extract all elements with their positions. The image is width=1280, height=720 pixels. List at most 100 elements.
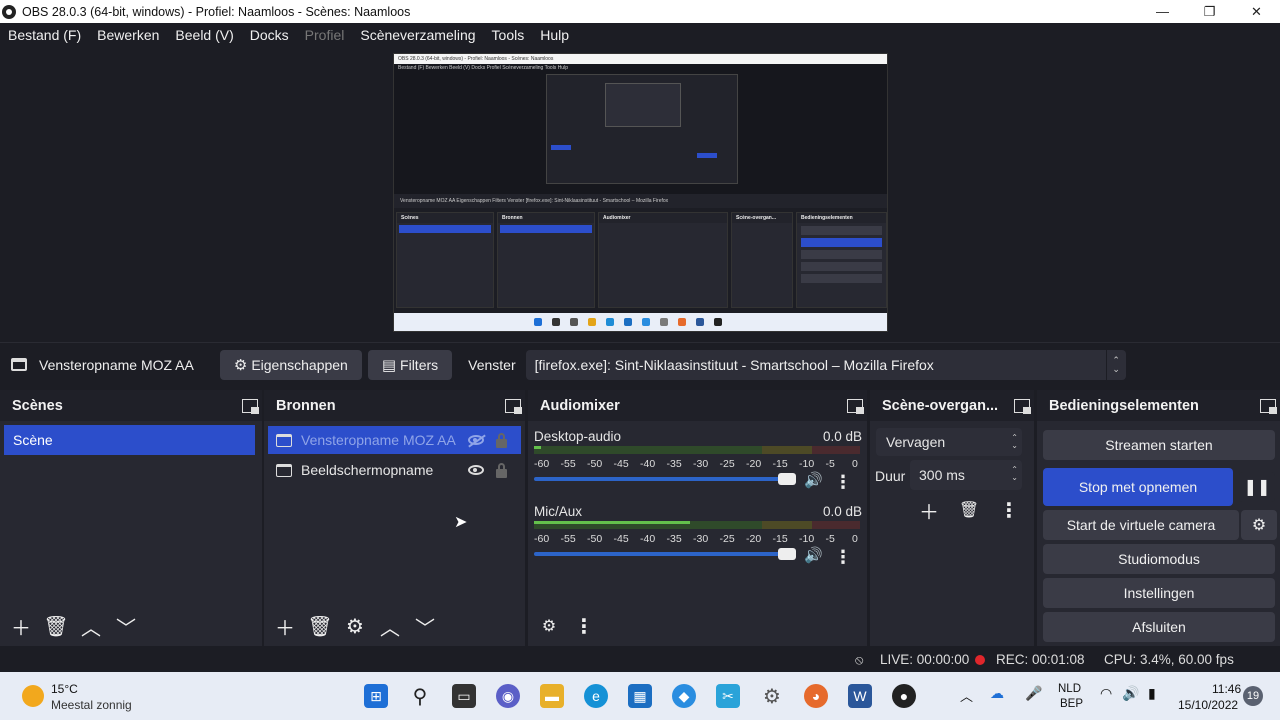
mixer-menu-button[interactable]: ⋮: [569, 612, 599, 640]
notification-badge[interactable]: 19: [1243, 686, 1263, 706]
menu-sceneverzameling[interactable]: Scèneverzameling: [352, 27, 483, 43]
volume-slider-handle[interactable]: [778, 548, 796, 560]
scale-tick-label: -50: [587, 533, 603, 545]
move-source-down-button[interactable]: ﹀: [410, 612, 440, 640]
scene-item[interactable]: Scène: [4, 425, 255, 455]
duration-input[interactable]: 300 ms ⌃ ⌄: [910, 460, 1022, 490]
network-off-icon: ⦸: [855, 652, 864, 667]
language-code[interactable]: NLD: [1058, 683, 1081, 695]
source-properties-button[interactable]: ⚙: [340, 612, 370, 640]
volume-icon[interactable]: 🔊: [1122, 685, 1139, 702]
transition-menu-button[interactable]: ⋮: [994, 496, 1024, 524]
preview-canvas[interactable]: OBS 28.0.3 (64-bit, windows) - Profiel: …: [393, 53, 888, 332]
remove-transition-button[interactable]: 🗑: [954, 496, 984, 524]
menu-bestand[interactable]: Bestand (F): [0, 27, 89, 43]
obs-taskbar-icon[interactable]: ●: [892, 684, 916, 708]
settings-gear-icon[interactable]: ⚙: [760, 684, 784, 708]
menu-profiel[interactable]: Profiel: [297, 27, 353, 43]
source-item-name: Beeldschermopname: [301, 462, 434, 478]
add-scene-button[interactable]: ＋: [6, 612, 36, 640]
edge-icon[interactable]: e: [584, 684, 608, 708]
maps-icon[interactable]: ◆: [672, 684, 696, 708]
microphone-icon[interactable]: 🎤: [1025, 685, 1042, 702]
undock-icon[interactable]: [1260, 398, 1277, 414]
menu-beeld[interactable]: Beeld (V): [167, 27, 241, 43]
file-explorer-icon[interactable]: ▬: [540, 684, 564, 708]
settings-button[interactable]: Instellingen: [1043, 578, 1275, 608]
close-button[interactable]: ✕: [1233, 0, 1280, 23]
menu-bewerken[interactable]: Bewerken: [89, 27, 167, 43]
maximize-button[interactable]: ❐: [1186, 0, 1233, 23]
speaker-icon[interactable]: 🔊: [804, 546, 823, 564]
eye-icon[interactable]: [468, 465, 484, 475]
remove-scene-button[interactable]: 🗑: [41, 612, 71, 640]
volume-slider[interactable]: [534, 548, 796, 560]
weather-sun-icon[interactable]: [22, 685, 44, 707]
weather-temp[interactable]: 15°C: [51, 682, 78, 696]
battery-icon[interactable]: ▮: [1148, 685, 1156, 702]
add-source-button[interactable]: ＋: [270, 612, 300, 640]
minimize-button[interactable]: —: [1139, 0, 1186, 23]
virtual-camera-settings-gear-icon[interactable]: ⚙: [1241, 510, 1277, 540]
task-view-icon[interactable]: ▭: [452, 684, 476, 708]
properties-label: Eigenschappen: [251, 356, 348, 373]
undock-icon[interactable]: [505, 398, 522, 414]
lock-icon[interactable]: [496, 462, 507, 478]
snipping-tool-icon[interactable]: ✂: [716, 684, 740, 708]
properties-button[interactable]: ⚙ Eigenschappen: [219, 349, 362, 380]
undock-icon[interactable]: [847, 398, 864, 414]
wifi-icon[interactable]: ◠: [1100, 685, 1112, 702]
scenes-dock: Scènes Scène ＋ 🗑 ︿ ﹀: [0, 390, 262, 646]
move-source-up-button[interactable]: ︿: [375, 612, 405, 640]
speaker-icon[interactable]: 🔊: [804, 471, 823, 489]
channel-menu-button[interactable]: ⋮: [831, 470, 855, 494]
stepper-icon[interactable]: ⌃ ⌄: [1011, 466, 1018, 482]
volume-slider[interactable]: [534, 473, 796, 485]
preview-area[interactable]: OBS 28.0.3 (64-bit, windows) - Profiel: …: [0, 46, 1280, 342]
source-item[interactable]: Beeldschermopname: [268, 456, 521, 484]
teams-chat-icon[interactable]: ◉: [496, 684, 520, 708]
eye-hidden-icon[interactable]: [468, 435, 484, 445]
window-select[interactable]: [firefox.exe]: Sint-Niklaasinstituut - S…: [525, 349, 1126, 380]
word-icon[interactable]: W: [848, 684, 872, 708]
preview-ctrl-btn: [801, 274, 882, 283]
preview-dock-controls-title: Bedieningselementen: [797, 213, 886, 223]
pause-recording-button[interactable]: ❚❚: [1239, 472, 1275, 502]
menu-docks[interactable]: Docks: [242, 27, 297, 43]
volume-meter: [534, 521, 860, 529]
chevron-up-icon[interactable]: ︿: [960, 686, 973, 705]
menu-hulp[interactable]: Hulp: [532, 27, 577, 43]
studio-mode-button[interactable]: Studiomodus: [1043, 544, 1275, 574]
move-scene-up-button[interactable]: ︿: [76, 612, 106, 640]
filters-button[interactable]: ▤ Filters: [367, 349, 453, 380]
undock-icon[interactable]: [1014, 398, 1031, 414]
sources-dock-title: Bronnen: [276, 397, 336, 414]
add-transition-button[interactable]: ＋: [914, 496, 944, 524]
windows-start-icon[interactable]: ⊞: [364, 684, 388, 708]
move-scene-down-button[interactable]: ﹀: [111, 612, 141, 640]
search-icon[interactable]: ⚲: [408, 684, 432, 708]
transition-select[interactable]: Vervagen ⌃ ⌄: [876, 428, 1022, 456]
lock-icon[interactable]: [496, 432, 507, 448]
onedrive-icon[interactable]: ☁: [990, 685, 1004, 702]
preview-tb-icon: [678, 318, 686, 326]
source-item[interactable]: Vensteropname MOZ AA: [268, 426, 521, 454]
volume-slider-handle[interactable]: [778, 473, 796, 485]
channel-menu-button[interactable]: ⋮: [831, 545, 855, 569]
start-streaming-button[interactable]: Streamen starten: [1043, 430, 1275, 460]
keyboard-layout[interactable]: BEP: [1060, 698, 1083, 710]
stop-recording-button[interactable]: Stop met opnemen: [1043, 468, 1233, 506]
start-virtual-camera-button[interactable]: Start de virtuele camera: [1043, 510, 1239, 540]
firefox-icon[interactable]: ◕: [804, 684, 828, 708]
menu-tools[interactable]: Tools: [484, 27, 533, 43]
store-icon[interactable]: ▦: [628, 684, 652, 708]
undock-icon[interactable]: [242, 398, 259, 414]
advanced-audio-gear-icon[interactable]: ⚙: [534, 612, 564, 640]
meter-scale: -60 -55 -50 -45 -40 -35 -30 -25 -20 -15 -10 -5 0: [534, 458, 862, 470]
weather-text[interactable]: Meestal zonnig: [51, 698, 132, 712]
exit-button[interactable]: Afsluiten: [1043, 612, 1275, 642]
clock-time[interactable]: 11:46: [1212, 682, 1241, 696]
remove-source-button[interactable]: 🗑: [305, 612, 335, 640]
clock-date[interactable]: 15/10/2022: [1178, 698, 1238, 712]
window-title: OBS 28.0.3 (64-bit, windows) - Profiel: …: [22, 4, 411, 19]
